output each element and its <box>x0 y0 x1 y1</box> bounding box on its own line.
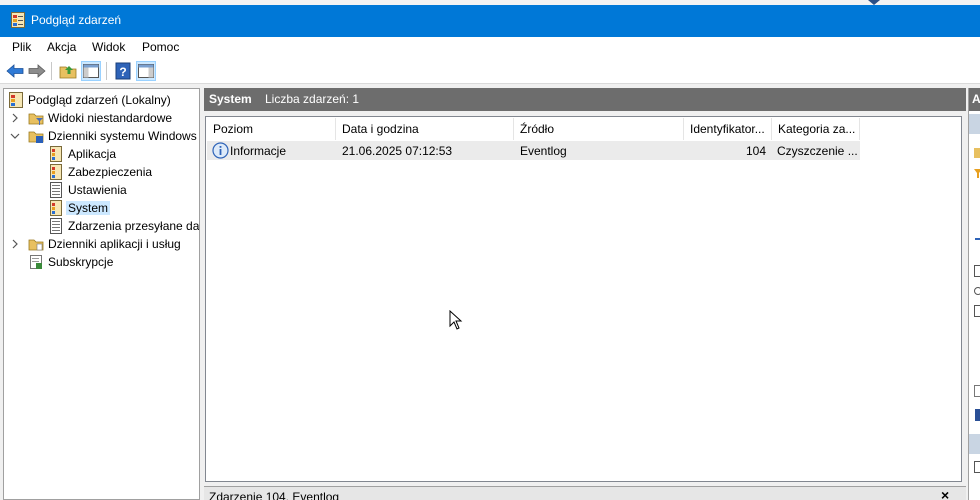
center-pane: System Liczba zdarzeń: 1 Poziom Data i g… <box>204 88 966 500</box>
forward-arrow-icon <box>28 64 46 78</box>
column-header-level[interactable]: Poziom <box>207 118 336 140</box>
open-log-icon[interactable] <box>974 146 980 160</box>
log-plain-icon <box>50 218 62 234</box>
event-viewer-app-icon <box>11 12 25 28</box>
find-icon[interactable] <box>974 236 980 250</box>
action-pane-icon <box>138 64 154 78</box>
up-level-button[interactable] <box>58 61 78 81</box>
toolbar-separator <box>51 62 52 80</box>
menu-widok[interactable]: Widok <box>92 40 125 54</box>
chevron-down-icon[interactable] <box>10 131 20 141</box>
chevron-right-icon[interactable] <box>10 239 20 249</box>
tree-item-label: Podgląd zdarzeń (Lokalny) <box>28 93 171 107</box>
event-properties-icon[interactable] <box>974 460 980 474</box>
tree-item-label: Zabezpieczenia <box>68 165 153 179</box>
log-icon <box>50 146 62 162</box>
save-icon[interactable] <box>974 264 980 278</box>
console-tree: Podgląd zdarzeń (Lokalny) Widoki niestan… <box>3 88 200 500</box>
actions-subheader[interactable] <box>969 114 980 134</box>
event-detail-pane: Zdarzenie 104, Eventlog × <box>204 486 966 500</box>
cell-category: Czyszczenie ... <box>777 144 858 158</box>
console-tree-icon <box>83 64 99 78</box>
cell-datetime: 21.06.2025 07:12:53 <box>342 144 453 158</box>
mouse-cursor-icon <box>449 310 463 330</box>
toolbar-separator <box>106 62 107 80</box>
cell-event-id: 104 <box>745 144 766 158</box>
folder-icon <box>28 239 44 251</box>
log-icon <box>50 200 62 216</box>
back-button[interactable] <box>5 61 25 81</box>
filter-icon[interactable] <box>974 166 980 180</box>
subscriptions-icon <box>30 255 42 269</box>
event-count: Liczba zdarzeń: 1 <box>265 92 360 106</box>
actions-pane: A <box>968 88 980 500</box>
event-viewer-icon <box>9 92 23 108</box>
forward-button[interactable] <box>27 61 47 81</box>
folder-up-icon <box>59 66 77 79</box>
view-icon[interactable] <box>974 304 980 318</box>
svg-text:?: ? <box>119 65 126 79</box>
attach-task-icon[interactable] <box>974 284 980 298</box>
title-bar-background <box>0 5 980 37</box>
tree-item-label: Zdarzenia przesyłane dalej <box>68 219 200 233</box>
table-row[interactable]: Informacje 21.06.2025 07:12:53 Eventlog … <box>207 141 860 160</box>
tree-item-label: Widoki niestandardowe <box>48 111 173 125</box>
log-icon <box>50 164 62 180</box>
tree-item-label: Ustawienia <box>68 183 127 197</box>
help-icon: ? <box>115 62 131 80</box>
log-name: System <box>209 92 252 106</box>
events-list[interactable]: Poziom Data i godzina Źródło Identyfikat… <box>205 116 962 482</box>
menu-akcja[interactable]: Akcja <box>47 40 76 54</box>
help-button[interactable]: ? <box>113 61 133 81</box>
log-plain-icon <box>50 182 62 198</box>
menu-plik[interactable]: Plik <box>12 40 31 54</box>
actions-header: A <box>969 88 980 111</box>
cell-source: Eventlog <box>520 144 567 158</box>
tree-item-label: Subskrypcje <box>48 255 114 269</box>
chevron-right-icon[interactable] <box>10 113 20 123</box>
cell-level: Informacje <box>230 144 287 158</box>
column-header-datetime[interactable]: Data i godzina <box>336 118 514 140</box>
menu-pomoc[interactable]: Pomoc <box>142 40 179 54</box>
column-header-event-id[interactable]: Identyfikator... <box>684 118 772 140</box>
window-title: Podgląd zdarzeń <box>31 13 122 27</box>
back-arrow-icon <box>6 64 24 78</box>
folder-filter-icon <box>28 113 44 125</box>
title-bar: Podgląd zdarzeń <box>0 0 980 37</box>
folder-windows-icon <box>28 131 44 143</box>
tree-item-label: Aplikacja <box>68 147 117 161</box>
actions-subheader[interactable] <box>969 434 980 454</box>
event-detail-title: Zdarzenie 104, Eventlog <box>209 490 340 500</box>
info-icon <box>212 142 229 159</box>
tree-item-label: Dzienniki aplikacji i usług <box>48 237 181 251</box>
menu-bar: Plik Akcja Widok Pomoc <box>0 37 980 58</box>
column-header-source[interactable]: Źródło <box>514 118 684 140</box>
delete-icon[interactable] <box>974 384 980 398</box>
show-hide-tree-button[interactable] <box>81 61 101 81</box>
tree-item-label: Dzienniki systemu Windows <box>48 129 197 143</box>
close-icon[interactable]: × <box>941 487 949 500</box>
refresh-icon[interactable] <box>974 408 980 422</box>
toolbar: ? <box>0 58 980 84</box>
window-edge-marker <box>868 0 880 5</box>
column-header-category[interactable]: Kategoria za... <box>772 118 860 140</box>
show-hide-actions-button[interactable] <box>136 61 156 81</box>
tree-item-label: System <box>66 201 111 215</box>
log-header-bar: System Liczba zdarzeń: 1 <box>204 88 966 111</box>
